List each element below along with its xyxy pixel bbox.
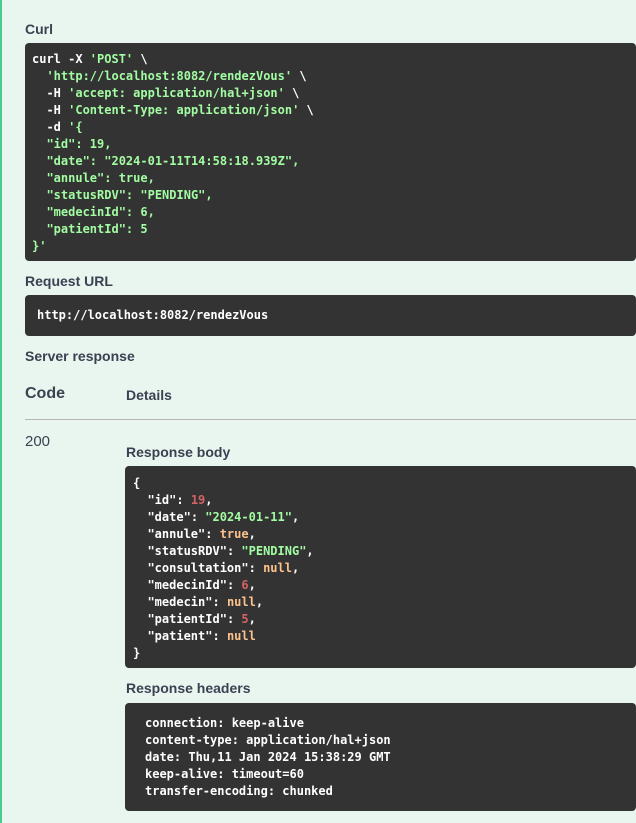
header-line: keep-alive: timeout=60	[145, 767, 304, 781]
code-column-header: Code	[25, 385, 65, 402]
curl-line: -H 'accept: application/hal+json' \	[32, 86, 299, 100]
curl-header-accept: 'accept: application/hal+json'	[68, 86, 285, 100]
curl-line: -H 'Content-Type: application/json' \	[32, 103, 314, 117]
curl-text	[32, 69, 46, 83]
curl-data-line: "medecinId": 6,	[32, 205, 155, 219]
curl-data-line: "id": 19,	[32, 137, 112, 151]
json-value-medecin: null	[226, 595, 256, 609]
post-method-accent-border	[0, 0, 2, 823]
request-url-block[interactable]: http://localhost:8082/rendezVous	[25, 295, 636, 336]
json-key: "patientId"	[147, 612, 227, 626]
curl-text: \	[133, 52, 148, 66]
json-value-patient-id: 5	[241, 612, 249, 626]
curl-text: -H	[32, 86, 69, 100]
response-body-label: Response body	[126, 444, 231, 460]
json-key: "patient"	[147, 629, 213, 643]
server-response-label: Server response	[25, 348, 135, 364]
json-key: "statusRDV"	[147, 544, 227, 558]
curl-url: 'http://localhost:8082/rendezVous'	[46, 69, 293, 83]
response-body-block[interactable]: { "id": 19, "date": "2024-01-11", "annul…	[125, 466, 636, 668]
json-key: "id"	[147, 493, 177, 507]
response-status-code: 200	[25, 433, 51, 450]
curl-data-close: }'	[32, 239, 47, 253]
json-value-status: "PENDING"	[241, 544, 307, 558]
json-value-consultation: null	[263, 561, 292, 575]
curl-text: -d	[32, 120, 69, 134]
curl-text: \	[284, 86, 300, 100]
request-url-label: Request URL	[25, 273, 113, 289]
curl-command-block[interactable]: curl -X 'POST' \ 'http://localhost:8082/…	[25, 43, 636, 261]
header-line: content-type: application/hal+json	[145, 733, 391, 747]
curl-text: \	[292, 69, 307, 83]
json-value-patient: null	[226, 629, 256, 643]
request-url-value: http://localhost:8082/rendezVous	[37, 308, 269, 322]
curl-text: curl -X	[32, 52, 90, 66]
curl-data-line: "statusRDV": "PENDING",	[32, 188, 213, 202]
curl-data-open: '{	[68, 120, 83, 134]
curl-method: 'POST'	[89, 52, 134, 66]
curl-data-line: "annule": true,	[32, 171, 155, 185]
json-value-annule: true	[219, 527, 249, 541]
json-key: "medecinId"	[147, 578, 227, 592]
response-headers-label: Response headers	[126, 680, 251, 696]
header-line: transfer-encoding: chunked	[145, 784, 333, 798]
curl-label: Curl	[25, 21, 53, 37]
json-value-id: 19	[190, 493, 206, 507]
curl-data-line: "patientId": 5	[32, 222, 148, 236]
json-brace: }	[133, 646, 141, 660]
curl-header-content-type: 'Content-Type: application/json'	[68, 103, 300, 117]
json-value-date: "2024-01-11"	[205, 510, 292, 524]
header-line: connection: keep-alive	[145, 716, 304, 730]
json-key: "date"	[147, 510, 191, 524]
json-key: "medecin"	[147, 595, 213, 609]
curl-text: -H	[32, 103, 69, 117]
json-key: "annule"	[147, 527, 206, 541]
details-column-header: Details	[126, 387, 172, 403]
header-line: date: Thu,11 Jan 2024 15:38:29 GMT	[145, 750, 391, 764]
curl-line: -d '{	[32, 120, 83, 134]
curl-data-line: "date": "2024-01-11T14:58:18.939Z",	[32, 154, 300, 168]
json-value-medecin-id: 6	[241, 578, 249, 592]
response-headers-block[interactable]: connection: keep-alive content-type: app…	[125, 703, 636, 811]
curl-line: curl -X 'POST' \	[32, 52, 148, 66]
json-brace: {	[133, 476, 141, 490]
json-key: "consultation"	[147, 561, 249, 575]
curl-text: \	[299, 103, 314, 117]
table-divider	[25, 419, 636, 420]
curl-line: 'http://localhost:8082/rendezVous' \	[32, 69, 307, 83]
